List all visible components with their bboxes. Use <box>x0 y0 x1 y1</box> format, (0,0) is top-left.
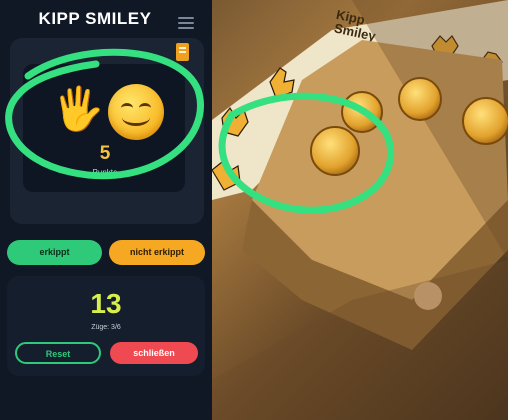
game-photo-illustration: Kipp Smiley <box>212 0 508 420</box>
app-panel: KIPP SMILEY 🖐 5 Punkte erkippt nicht erk… <box>0 0 212 420</box>
smiley-token-wink <box>462 97 508 145</box>
tipped-button[interactable]: erkippt <box>7 240 102 265</box>
ball <box>414 282 442 310</box>
highlight-ring <box>5 48 204 180</box>
not-tipped-button[interactable]: nicht erkippt <box>109 240 205 265</box>
close-button[interactable]: schließen <box>110 342 198 364</box>
smiley-token-happy <box>310 126 360 176</box>
game-photo: Kipp Smiley <box>212 0 508 420</box>
bottom-hint <box>40 410 180 414</box>
moves-label: Züge: 3/6 <box>91 324 121 331</box>
reset-button[interactable]: Reset <box>15 342 101 364</box>
smiley-token-sad <box>398 77 442 121</box>
moves-value: 13 <box>90 288 122 319</box>
